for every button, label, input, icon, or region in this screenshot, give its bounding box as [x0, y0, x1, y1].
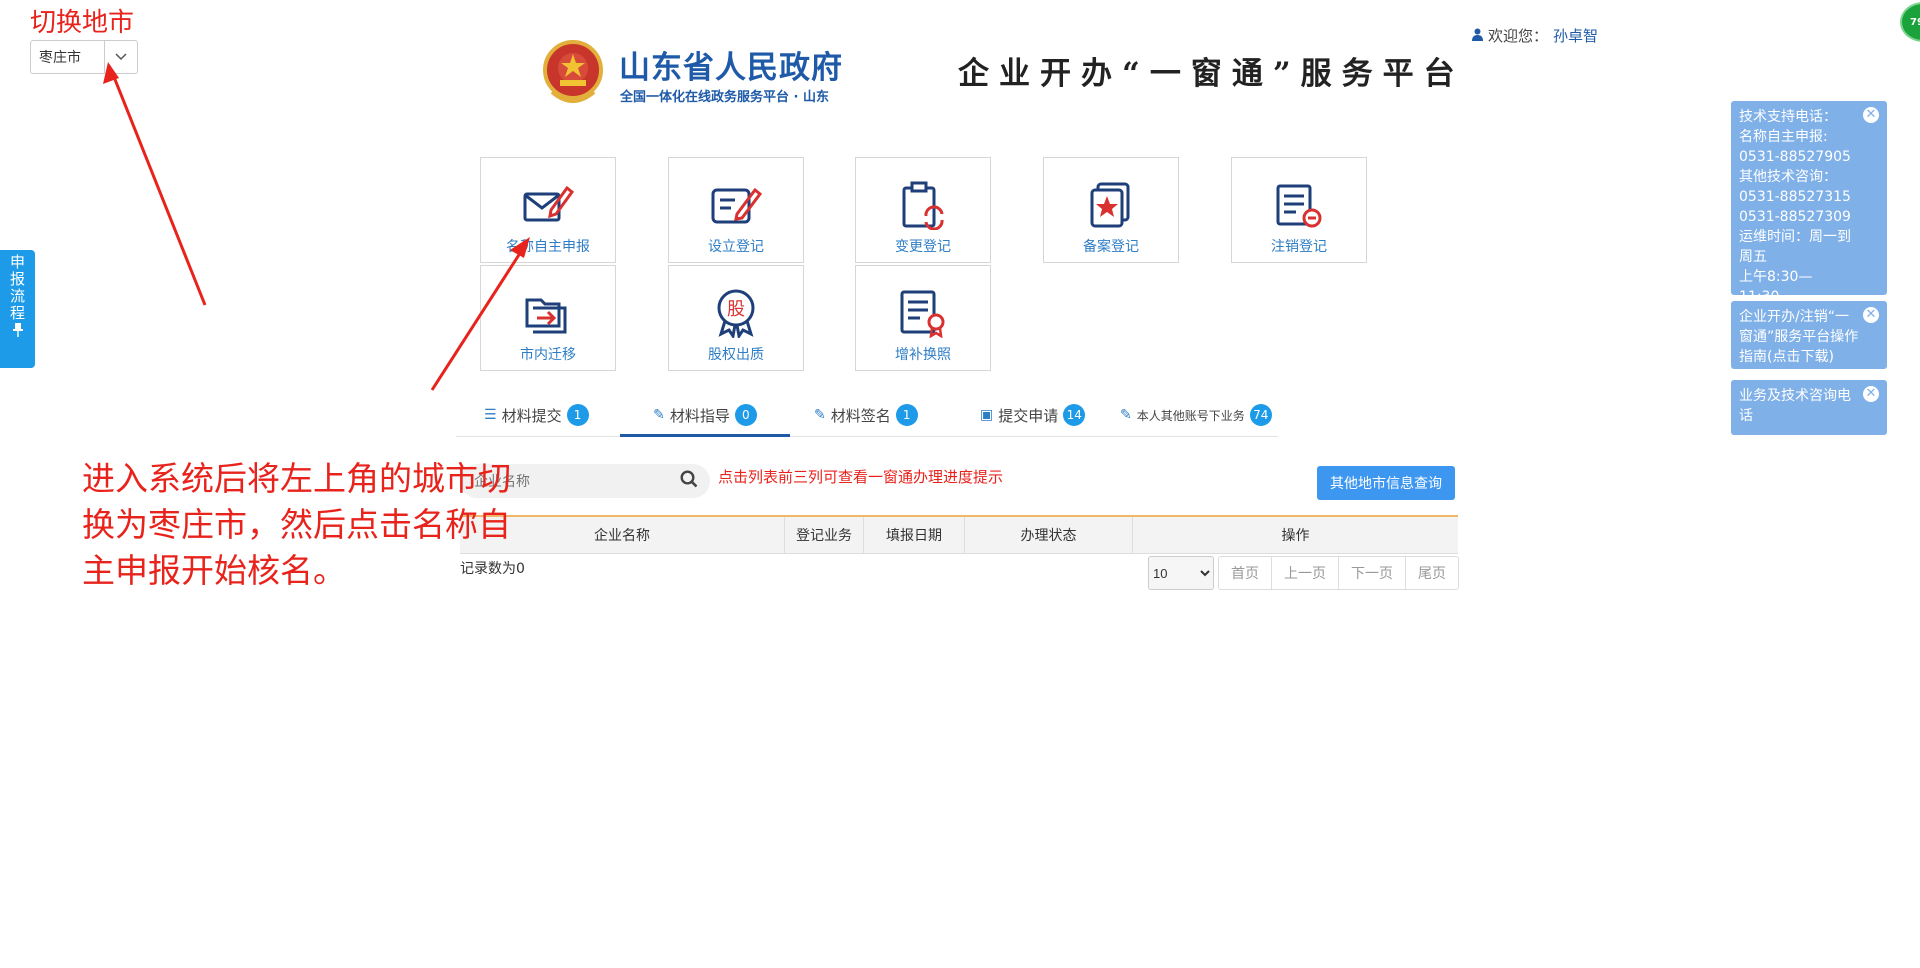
arrowhead-name-declare [510, 237, 530, 258]
arrow-to-name-declare [430, 246, 526, 391]
annotation-instruction: 进入系统后将左上角的城市切换为枣庄市，然后点击名称自主申报开始核名。 [82, 459, 511, 590]
arrow-to-city-select [110, 71, 207, 306]
